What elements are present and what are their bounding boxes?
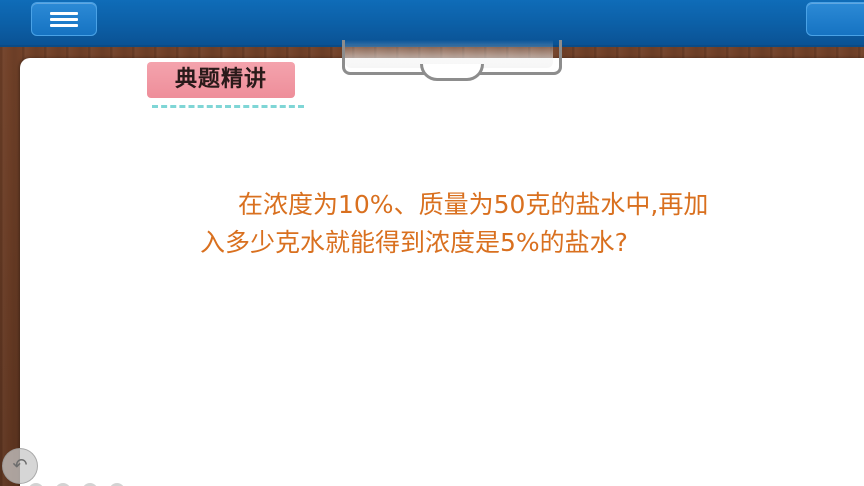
question-text: 在浓度为10%、质量为50克的盐水中,再加入多少克水就能得到浓度是5%的盐水? bbox=[200, 190, 709, 257]
board-clip-knob bbox=[420, 64, 484, 81]
hamburger-menu-icon bbox=[50, 12, 78, 27]
paper-board bbox=[20, 58, 864, 486]
title-underline bbox=[152, 105, 304, 108]
app-screen: 典题精讲 在浓度为10%、质量为50克的盐水中,再加入多少克水就能得到浓度是5%… bbox=[0, 0, 864, 486]
page-indicator bbox=[28, 478, 131, 486]
back-arrow-icon: ↶ bbox=[12, 455, 28, 476]
menu-button[interactable] bbox=[31, 2, 97, 36]
section-title: 典题精讲 bbox=[147, 62, 295, 98]
toolbar-right-button[interactable] bbox=[806, 2, 864, 36]
